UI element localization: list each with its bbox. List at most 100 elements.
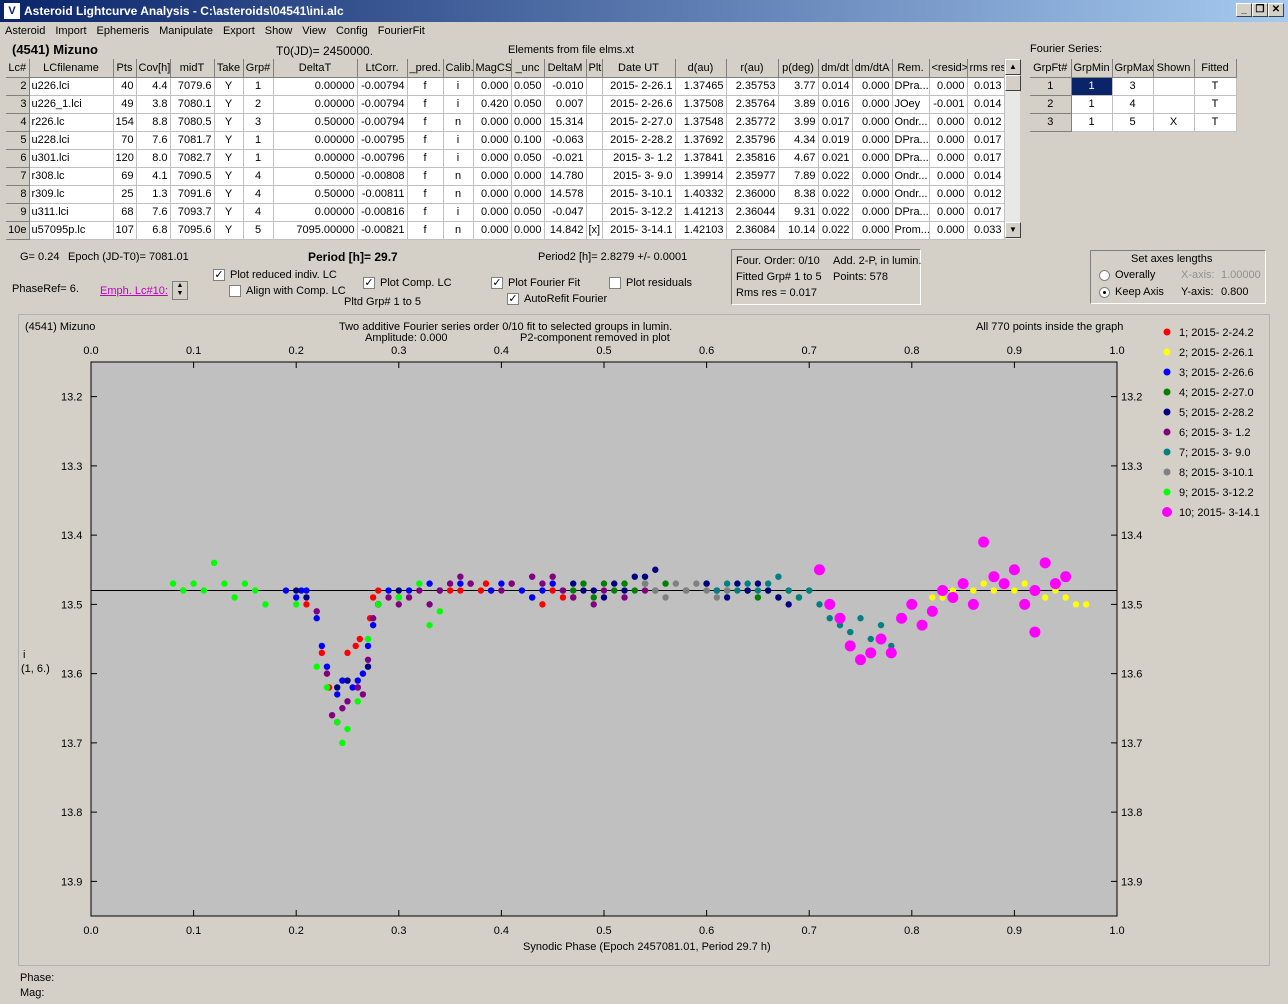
table-cell[interactable]: 1	[243, 77, 274, 96]
table-cell[interactable]: 154	[113, 113, 137, 132]
table-cell[interactable]: 2015- 2-26.6	[602, 95, 676, 114]
table-cell[interactable]: DPra...	[892, 77, 930, 96]
table-cell[interactable]: Y	[214, 167, 244, 186]
table-cell[interactable]: -0.00808	[357, 167, 408, 186]
table-cell[interactable]: -0.063	[544, 131, 587, 150]
table-cell[interactable]: Y	[214, 77, 244, 96]
row-header[interactable]: 1	[1030, 77, 1072, 96]
table-cell[interactable]: 1	[243, 149, 274, 168]
table-cell[interactable]: 1	[1071, 77, 1113, 96]
column-header[interactable]: DeltaT	[273, 59, 358, 78]
table-cell[interactable]: T	[1194, 113, 1237, 132]
table-cell[interactable]: 0.000	[852, 203, 893, 222]
table-cell[interactable]: 14.578	[544, 185, 587, 204]
table-cell[interactable]: -0.00816	[357, 203, 408, 222]
table-cell[interactable]: n	[443, 185, 474, 204]
table-cell[interactable]: n	[443, 221, 474, 240]
fourier-table[interactable]: GrpFt# GrpMin GrpMax Shown Fitted 1 1 3 T 2 1 4 T 3 1 5…	[1030, 59, 1237, 132]
plot-fourier-checkbox[interactable]: ✓ Plot Fourier Fit	[491, 277, 580, 290]
table-cell[interactable]: 8.38	[778, 185, 819, 204]
table-cell[interactable]: 7079.6	[170, 77, 215, 96]
table-cell[interactable]: i	[443, 77, 474, 96]
table-cell[interactable]: 0.012	[967, 185, 1005, 204]
table-cell[interactable]: 1.37841	[675, 149, 727, 168]
table-cell[interactable]: Ondr...	[892, 113, 930, 132]
table-cell[interactable]: 0.000	[852, 131, 893, 150]
menu-export[interactable]: Export	[218, 22, 260, 37]
table-cell[interactable]: 7091.6	[170, 185, 215, 204]
emph-lc-link[interactable]: Emph. Lc#10:	[100, 285, 168, 297]
table-cell[interactable]: JOey	[892, 95, 930, 114]
table-row[interactable]: 3 u226_1.lci 49 3.8 7080.1 Y 2 0.00000 -0.00794 f…	[6, 95, 1005, 114]
table-cell[interactable]: i	[443, 131, 474, 150]
table-cell[interactable]: T	[1194, 95, 1237, 114]
table-cell[interactable]: 2.36084	[726, 221, 779, 240]
table-cell[interactable]: 1	[1071, 113, 1113, 132]
table-cell[interactable]: 0.000	[473, 221, 512, 240]
row-header[interactable]: 4	[6, 113, 30, 132]
table-cell[interactable]: 5	[1112, 113, 1154, 132]
column-header[interactable]: Shown	[1153, 59, 1195, 78]
table-cell[interactable]: 0.050	[511, 95, 545, 114]
table-cell[interactable]: 4	[243, 203, 274, 222]
table-cell[interactable]: DPra...	[892, 131, 930, 150]
table-cell[interactable]: 8.8	[136, 113, 171, 132]
table-cell[interactable]: f	[407, 221, 444, 240]
restore-button[interactable]: ❐	[1252, 3, 1268, 17]
table-cell[interactable]: 0.050	[511, 149, 545, 168]
table-cell[interactable]: Y	[214, 113, 244, 132]
table-cell[interactable]: 0.100	[511, 131, 545, 150]
table-cell[interactable]: 2	[243, 95, 274, 114]
table-cell[interactable]: u226_1.lci	[29, 95, 114, 114]
table-cell[interactable]: 0.000	[473, 203, 512, 222]
table-cell[interactable]: 14.780	[544, 167, 587, 186]
table-cell[interactable]: 7080.1	[170, 95, 215, 114]
table-cell[interactable]: 4.4	[136, 77, 171, 96]
x-axis-value[interactable]: 1.00000	[1221, 269, 1261, 281]
column-header[interactable]: rms res	[967, 59, 1005, 78]
table-cell[interactable]: 3.89	[778, 95, 819, 114]
table-cell[interactable]	[1153, 77, 1195, 96]
table-cell[interactable]: 1	[1071, 95, 1113, 114]
table-cell[interactable]: i	[443, 203, 474, 222]
column-header[interactable]: midT	[170, 59, 215, 78]
table-cell[interactable]	[586, 167, 603, 186]
table-row[interactable]: 8 r309.lc 25 1.3 7091.6 Y 4 0.50000 -0.00811 f n 0.…	[6, 185, 1005, 204]
table-scrollbar[interactable]: ▲ ▼	[1004, 59, 1021, 239]
table-cell[interactable]: Y	[214, 131, 244, 150]
table-cell[interactable]	[586, 131, 603, 150]
table-cell[interactable]: 1.37508	[675, 95, 727, 114]
table-cell[interactable]: 2015- 2-28.2	[602, 131, 676, 150]
menu-view[interactable]: View	[297, 22, 331, 37]
table-cell[interactable]: 0.000	[852, 167, 893, 186]
table-cell[interactable]: 2015- 3-14.1	[602, 221, 676, 240]
table-cell[interactable]: 7095.00000	[273, 221, 358, 240]
table-cell[interactable]: 69	[113, 167, 137, 186]
table-cell[interactable]: Ondr...	[892, 185, 930, 204]
table-cell[interactable]: 0.000	[852, 221, 893, 240]
table-cell[interactable]: 0.017	[967, 149, 1005, 168]
table-cell[interactable]: 0.014	[967, 167, 1005, 186]
table-cell[interactable]: 3.8	[136, 95, 171, 114]
table-cell[interactable]: Ondr...	[892, 167, 930, 186]
table-cell[interactable]: n	[443, 167, 474, 186]
table-cell[interactable]: 7090.5	[170, 167, 215, 186]
table-cell[interactable]: 70	[113, 131, 137, 150]
table-cell[interactable]: -0.00794	[357, 113, 408, 132]
table-cell[interactable]: n	[443, 113, 474, 132]
row-header[interactable]: 6	[6, 149, 30, 168]
column-header[interactable]: Fitted	[1194, 59, 1237, 78]
scroll-down-button[interactable]: ▼	[1005, 222, 1021, 238]
row-header[interactable]: 8	[6, 185, 30, 204]
column-header[interactable]: DeltaM	[544, 59, 587, 78]
menu-show[interactable]: Show	[260, 22, 298, 37]
column-header[interactable]: d(au)	[675, 59, 727, 78]
column-header[interactable]: GrpMax	[1112, 59, 1154, 78]
table-cell[interactable]: 1	[243, 131, 274, 150]
row-header[interactable]: 10e	[6, 221, 30, 240]
table-cell[interactable]: 0.000	[511, 221, 545, 240]
table-cell[interactable]	[586, 203, 603, 222]
table-cell[interactable]: 0.000	[852, 185, 893, 204]
table-cell[interactable]: 2.35764	[726, 95, 779, 114]
column-header[interactable]: p(deg)	[778, 59, 819, 78]
